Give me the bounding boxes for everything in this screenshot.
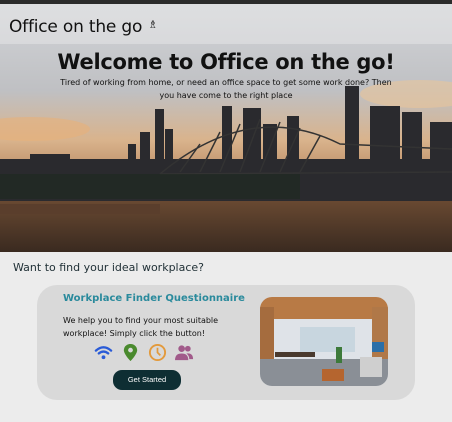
hero-banner: Office on the go ♗ Welcome to Office on … [0,4,452,252]
card-description: We help you to find your most suitable w… [63,316,219,338]
site-brand[interactable]: Office on the go [9,17,142,37]
feature-icons [94,343,194,362]
users-icon [175,343,194,362]
get-started-button[interactable]: Get Started [113,370,181,390]
office-photo [260,297,388,386]
clock-icon [148,343,167,362]
office-chair-icon: ♗ [148,18,158,31]
card-title: Workplace Finder Questionnaire [63,293,245,304]
location-pin-icon [121,343,140,362]
hero-subtitle: Tired of working from home, or need an o… [60,78,392,100]
wifi-icon [94,343,113,362]
section-heading: Want to find your ideal workplace? [13,261,204,274]
hero-title: Welcome to Office on the go! [57,50,395,74]
